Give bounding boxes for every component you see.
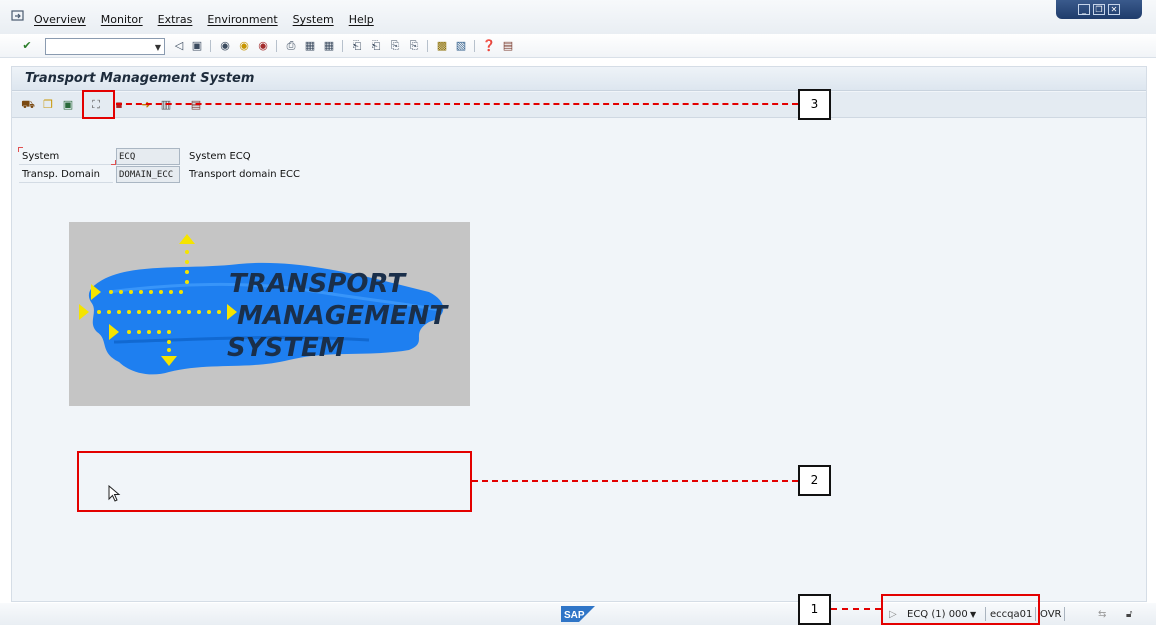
transport-domain-description: Transport domain ECC [189,169,301,180]
transport-truck-icon[interactable]: ⛟ [21,98,35,112]
shortcut-icon[interactable]: ▧ [454,39,468,53]
application-toolbar: ⛟ ❐ ▣ ⛶ ▪ ➜ ▥ ▤ [12,92,1146,118]
overview-icon[interactable]: ▣ [61,98,75,112]
title-bar: Transport Management System [12,67,1146,91]
back-icon[interactable]: ◉ [218,39,232,53]
menu-extras[interactable]: Extras [158,13,193,26]
callout-3: 3 [798,89,831,120]
find-next-icon[interactable]: ▦ [322,39,336,53]
tms-logo-graphic: TRANSPORT MANAGEMENT SYSTEM [69,222,470,406]
system-description: System ECQ [189,151,251,162]
transport-domain-label: Transp. Domain [19,166,113,183]
system-label: System [19,148,113,165]
callout-2: 2 [798,465,831,496]
menu-monitor[interactable]: Monitor [101,13,143,26]
menu-help[interactable]: Help [349,13,374,26]
minimize-window-icon[interactable]: _ [1078,4,1090,15]
dropdown-arrow-icon[interactable]: ▼ [155,43,161,52]
annotation-box-3 [82,90,115,119]
menu-exit-icon[interactable] [11,10,25,22]
menu-system[interactable]: System [293,13,334,26]
annotation-line-1 [831,608,881,610]
open-folder-icon[interactable]: ❐ [41,98,55,112]
tms-logo-image: TRANSPORT MANAGEMENT SYSTEM [69,222,470,406]
save-icon[interactable]: ▣ [190,39,204,53]
close-window-icon[interactable]: ✕ [1108,4,1120,15]
transport-domain-value: DOMAIN_ECC [116,166,180,183]
window-controls: _ ❐ ✕ [1056,0,1142,19]
annotation-line-2 [472,480,798,482]
command-field[interactable]: ▼ [45,38,165,55]
logo-line-2: MANAGEMENT [237,301,449,331]
annotation-box-2 [77,451,472,512]
status-mode: OVR [1040,609,1062,620]
page-title: Transport Management System [25,71,255,86]
menu-bar: Overview Monitor Extras Environment Syst… [0,0,1156,34]
enter-check-icon[interactable]: ✔ [20,39,34,53]
import-overview-icon[interactable]: ➜ [139,98,153,112]
callout-1: 1 [798,594,831,625]
first-page-icon[interactable]: ⎗ [350,39,364,53]
back-arrow-icon[interactable]: ◁ [172,39,186,53]
create-session-icon[interactable]: ▩ [435,39,449,53]
system-overview-icon[interactable]: ▥ [159,98,173,112]
print-icon[interactable]: ⎙ [284,39,298,53]
restore-window-icon[interactable]: ❐ [1093,4,1105,15]
exit-icon[interactable]: ◉ [237,39,251,53]
annotation-line-3 [116,103,798,105]
next-page-icon[interactable]: ⎘ [388,39,402,53]
last-page-icon[interactable]: ⎘ [407,39,421,53]
menu-environment[interactable]: Environment [207,13,277,26]
mouse-cursor-icon [108,485,121,502]
status-connection-icon: ⇆ [1098,609,1107,620]
logo-line-1: TRANSPORT [229,269,407,299]
alert-monitor-icon[interactable]: ▤ [189,98,203,112]
main-area: Transport Management System ⛟ ❐ ▣ ⛶ ▪ ➜ … [11,66,1147,602]
help-icon[interactable]: ❓ [482,39,496,53]
layout-menu-icon[interactable]: ▤ [501,39,515,53]
logo-line-3: SYSTEM [227,333,345,363]
find-icon[interactable]: ▦ [303,39,317,53]
sap-logo-icon: SAP [561,606,595,622]
menu-overview[interactable]: Overview [34,13,86,26]
cancel-icon[interactable]: ◉ [256,39,270,53]
svg-text:SAP: SAP [564,610,585,621]
lock-icon[interactable]: 🔓︎ [1126,607,1132,623]
annotation-box-1 [881,594,1040,625]
menu-items: Overview Monitor Extras Environment Syst… [34,13,389,26]
system-value: ECQ [116,148,180,165]
previous-page-icon[interactable]: ⎗ [369,39,383,53]
standard-toolbar: ✔ ▼ ◁ ▣ ◉ ◉ ◉ ⎙ ▦ ▦ ⎗ ⎗ ⎘ ⎘ ▩ ▧ ❓ ▤ [0,34,1156,58]
